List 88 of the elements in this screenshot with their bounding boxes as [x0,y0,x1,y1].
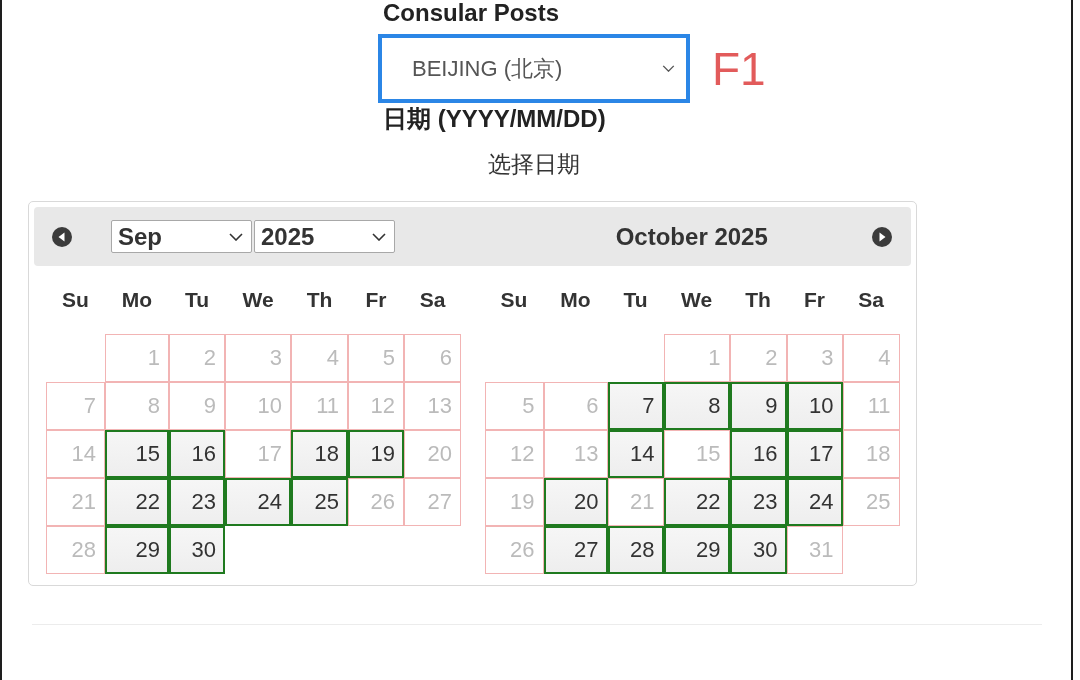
day-cell: 21 [46,478,105,526]
day-cell: 11 [291,382,348,430]
day-cell: 9 [169,382,225,430]
month-title: October 2025 [615,222,768,251]
day-cell[interactable]: 22 [663,478,730,526]
weekday-label: Th [745,288,771,312]
weekday-label: Su [62,288,89,312]
annotation-label: F1 [712,43,766,94]
day-cell[interactable]: 23 [729,478,787,526]
day-cell[interactable]: 17 [786,430,843,478]
day-cell[interactable]: 30 [729,526,787,574]
day-cell[interactable]: 10 [786,382,843,430]
chevron-down-icon [372,232,386,241]
day-cell[interactable]: 14 [607,430,664,478]
day-cell: 1 [105,334,169,382]
day-cell[interactable]: 8 [663,382,730,430]
month-select[interactable]: Sep [111,220,252,253]
day-cell[interactable]: 27 [543,526,608,574]
day-cell: 17 [225,430,291,478]
day-cell: 25 [842,478,900,526]
weekday-label: Su [500,288,528,312]
day-cell: 21 [607,478,664,526]
day-cell: 5 [484,382,544,430]
right-arrow-circle-icon[interactable] [872,226,892,247]
day-cell: 11 [842,382,900,430]
day-cell[interactable]: 24 [225,478,291,526]
weekday-label: Sa [858,288,884,312]
weekday-label: Mo [121,288,153,312]
day-cell: 5 [348,334,404,382]
field-label: Consular Posts [382,0,560,26]
day-cell: 20 [404,430,461,478]
weekday-label: Fr [804,288,825,312]
day-cell[interactable]: 18 [291,430,348,478]
date-prompt: 选择日期 [488,150,580,179]
day-cell: 3 [225,334,291,382]
day-cell[interactable]: 23 [169,478,225,526]
day-cell: 19 [484,478,544,526]
day-cell: 6 [404,334,461,382]
day-cell: 8 [105,382,169,430]
day-cell: 10 [225,382,291,430]
day-cell: 6 [543,382,608,430]
day-cell: 12 [348,382,404,430]
chevron-down-icon [229,232,243,241]
day-cell: 4 [291,334,348,382]
day-cell[interactable]: 28 [607,526,664,574]
day-cell[interactable]: 15 [105,430,169,478]
day-cell[interactable]: 20 [543,478,608,526]
day-cell: 13 [543,430,608,478]
day-cell: 26 [484,526,544,574]
chevron-down-icon [662,65,675,72]
day-cell[interactable]: 9 [729,382,787,430]
day-cell: 31 [786,526,843,574]
consular-post-select[interactable]: BEIJING (北京) [378,34,690,103]
day-cell[interactable]: 16 [729,430,787,478]
day-cell: 4 [842,334,900,382]
day-cell: 2 [169,334,225,382]
day-cell[interactable]: 22 [105,478,169,526]
day-cell[interactable]: 24 [786,478,843,526]
weekday-label: We [680,288,713,312]
day-cell: 12 [484,430,544,478]
day-cell: 3 [786,334,843,382]
day-cell[interactable]: 7 [607,382,664,430]
weekday-label: Th [306,288,333,312]
field-label: 日期 (YYYY/MM/DD) [382,105,606,133]
weekday-label: Sa [419,288,446,312]
day-cell: 7 [46,382,105,430]
weekday-label: Mo [560,288,591,312]
year-select[interactable]: 2025 [254,220,395,253]
day-cell: 1 [663,334,730,382]
day-cell[interactable]: 30 [169,526,225,574]
weekday-label: Tu [623,288,648,312]
day-cell: 15 [663,430,730,478]
day-cell: 26 [348,478,404,526]
day-cell[interactable]: 16 [169,430,225,478]
day-cell[interactable]: 29 [105,526,169,574]
day-cell: 2 [729,334,787,382]
day-cell[interactable]: 19 [348,430,404,478]
day-cell: 14 [46,430,105,478]
day-cell: 18 [842,430,900,478]
day-cell: 27 [404,478,461,526]
weekday-label: Fr [365,288,387,312]
day-cell: 28 [46,526,105,574]
day-cell[interactable]: 29 [663,526,730,574]
day-cell[interactable]: 25 [291,478,348,526]
day-cell: 13 [404,382,461,430]
left-arrow-circle-icon[interactable] [52,226,72,247]
weekday-label: We [242,288,274,312]
weekday-label: Tu [184,288,210,312]
